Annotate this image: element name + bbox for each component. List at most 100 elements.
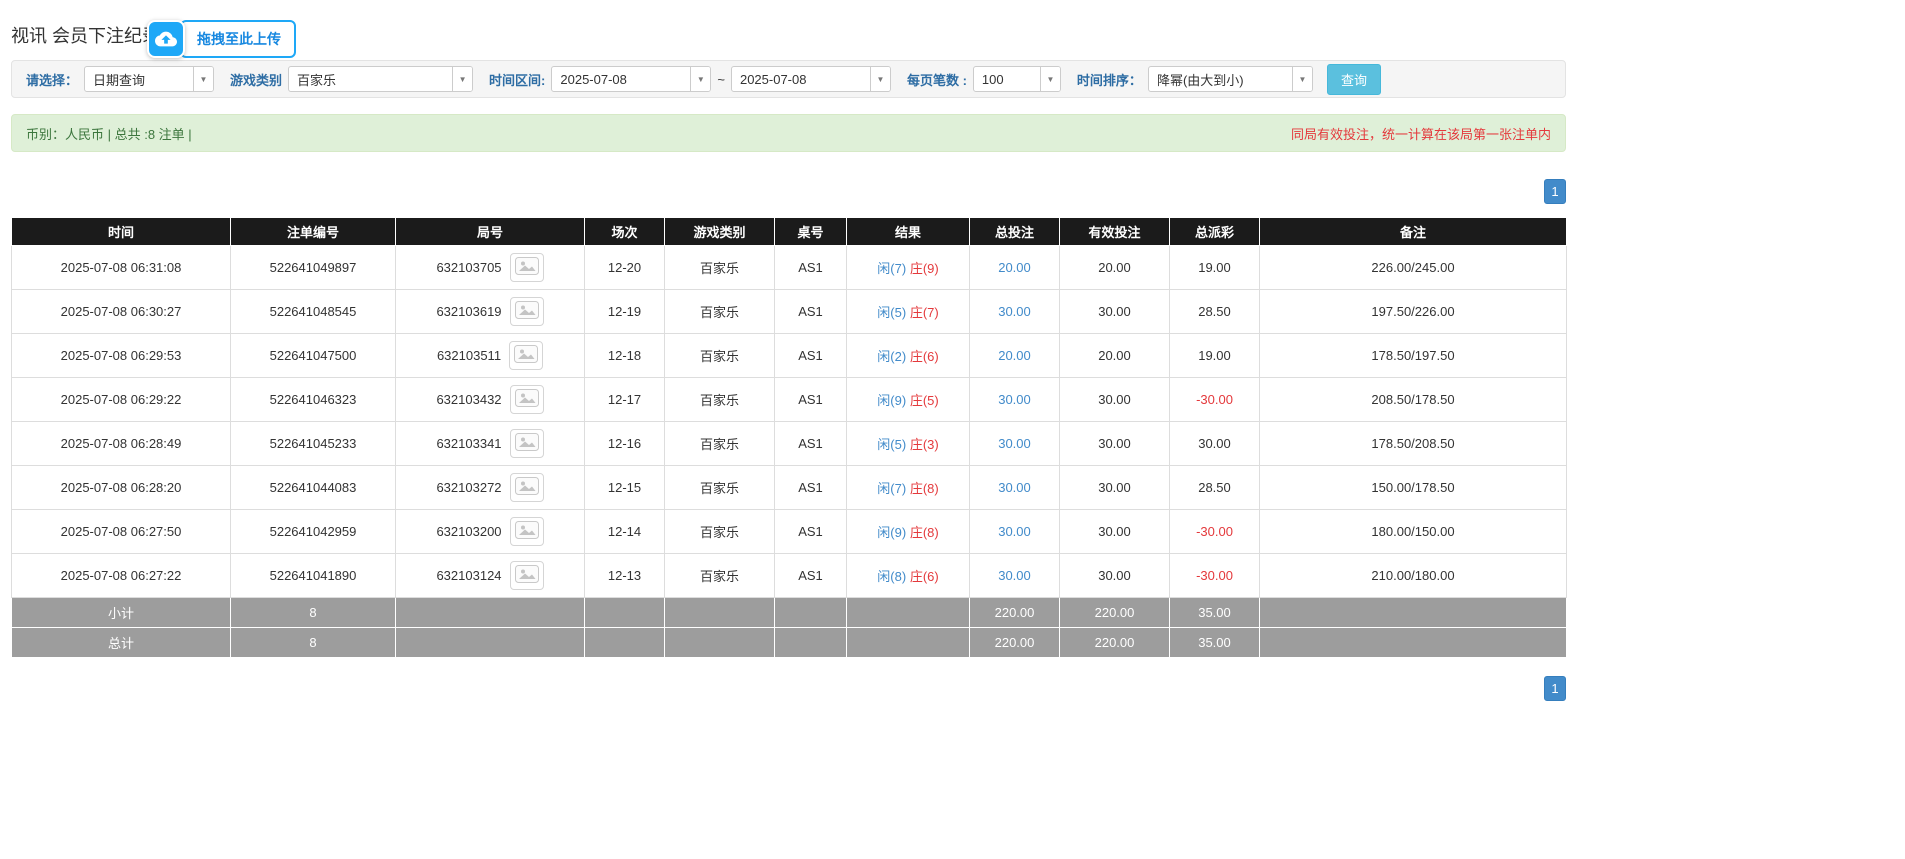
total-bet-link[interactable]: 30.00 — [998, 436, 1031, 451]
cell-total-bet: 30.00 — [970, 290, 1060, 334]
page: 视讯 会员下注纪录 拖拽至此上传 请选择： 日期查询 ▼ 游戏类别 百家乐 ▼ … — [0, 0, 1905, 859]
col-header-time: 时间 — [12, 218, 231, 246]
game-type-select[interactable]: 百家乐 ▼ — [288, 66, 473, 92]
cell-bet-id: 522641048545 — [231, 290, 396, 334]
cell-valid-bet: 30.00 — [1060, 378, 1170, 422]
notice-warning-text: 同局有效投注，统一计算在该局第一张注单内 — [1291, 124, 1551, 143]
cell-time: 2025-07-08 06:29:22 — [12, 378, 231, 422]
image-icon — [515, 477, 539, 498]
cell-valid-bet: 30.00 — [1060, 466, 1170, 510]
cell-result: 闲(5) 庄(3) — [847, 422, 970, 466]
per-page-select[interactable]: 100 ▼ — [973, 66, 1061, 92]
image-icon — [515, 301, 539, 322]
date-range-separator: ~ — [717, 72, 725, 87]
subtotal-valid-bet: 220.00 — [1060, 598, 1170, 628]
cell-table-no: AS1 — [775, 554, 847, 598]
payout-value: -30.00 — [1196, 524, 1233, 539]
search-button[interactable]: 查询 — [1327, 64, 1381, 95]
cell-total-bet: 30.00 — [970, 466, 1060, 510]
chevron-down-icon[interactable]: ▼ — [1292, 67, 1312, 91]
total-bet-link[interactable]: 20.00 — [998, 260, 1031, 275]
total-bet-link[interactable]: 30.00 — [998, 392, 1031, 407]
round-image-button[interactable] — [510, 517, 544, 546]
cell-remark: 208.50/178.50 — [1260, 378, 1567, 422]
cell-session: 12-18 — [585, 334, 665, 378]
result-player: 闲(5) — [877, 305, 906, 320]
cell-game-type: 百家乐 — [665, 466, 775, 510]
filter-bar: 请选择： 日期查询 ▼ 游戏类别 百家乐 ▼ 时间区间: 2025-07-08 … — [11, 60, 1566, 98]
upload-dropzone[interactable]: 拖拽至此上传 — [147, 20, 296, 58]
page-button-1[interactable]: 1 — [1544, 179, 1566, 204]
cell-game-type: 百家乐 — [665, 246, 775, 290]
table-row: 2025-07-08 06:30:27522641048545 632103619… — [12, 290, 1567, 334]
cell-bet-id: 522641049897 — [231, 246, 396, 290]
cell-session: 12-16 — [585, 422, 665, 466]
cell-result: 闲(7) 庄(9) — [847, 246, 970, 290]
cell-remark: 178.50/208.50 — [1260, 422, 1567, 466]
grand-total-row: 总计 8 220.00 220.00 35.00 — [12, 628, 1567, 658]
round-id: 632103124 — [436, 568, 501, 583]
grand-total-count: 8 — [231, 628, 396, 658]
cell-valid-bet: 30.00 — [1060, 510, 1170, 554]
chevron-down-icon[interactable]: ▼ — [690, 67, 710, 91]
round-image-button[interactable] — [510, 429, 544, 458]
date-to-select[interactable]: 2025-07-08 ▼ — [731, 66, 891, 92]
total-bet-link[interactable]: 30.00 — [998, 480, 1031, 495]
table-row: 2025-07-08 06:31:08522641049897 632103705… — [12, 246, 1567, 290]
image-icon — [515, 433, 539, 454]
query-type-value: 日期查询 — [85, 70, 193, 89]
total-bet-link[interactable]: 20.00 — [998, 348, 1031, 363]
round-image-button[interactable] — [509, 341, 543, 370]
cell-payout: 30.00 — [1170, 422, 1260, 466]
sort-order-select[interactable]: 降幂(由大到小) ▼ — [1148, 66, 1313, 92]
date-from-select[interactable]: 2025-07-08 ▼ — [551, 66, 711, 92]
col-header-valid-bet: 有效投注 — [1060, 218, 1170, 246]
cell-session: 12-19 — [585, 290, 665, 334]
cell-table-no: AS1 — [775, 422, 847, 466]
total-bet-link[interactable]: 30.00 — [998, 524, 1031, 539]
round-image-button[interactable] — [510, 473, 544, 502]
page-button-1[interactable]: 1 — [1544, 676, 1566, 701]
result-player: 闲(9) — [877, 393, 906, 408]
total-bet-link[interactable]: 30.00 — [998, 304, 1031, 319]
result-banker: 庄(8) — [910, 525, 939, 540]
result-banker: 庄(6) — [910, 349, 939, 364]
cell-round-id: 632103341 — [396, 422, 585, 466]
query-type-label: 请选择： — [26, 70, 78, 89]
cell-time: 2025-07-08 06:31:08 — [12, 246, 231, 290]
round-id: 632103619 — [436, 304, 501, 319]
subtotal-total-bet: 220.00 — [970, 598, 1060, 628]
cell-session: 12-15 — [585, 466, 665, 510]
cell-time: 2025-07-08 06:30:27 — [12, 290, 231, 334]
round-image-button[interactable] — [510, 561, 544, 590]
round-id: 632103705 — [436, 260, 501, 275]
date-from-value: 2025-07-08 — [552, 72, 690, 87]
subtotal-count: 8 — [231, 598, 396, 628]
query-type-select[interactable]: 日期查询 ▼ — [84, 66, 214, 92]
cell-valid-bet: 30.00 — [1060, 290, 1170, 334]
date-to-value: 2025-07-08 — [732, 72, 870, 87]
subtotal-payout: 35.00 — [1170, 598, 1260, 628]
summary-text: 币别：人民币 | 总共 :8 注单 | — [26, 124, 192, 143]
cell-bet-id: 522641044083 — [231, 466, 396, 510]
payout-value: 19.00 — [1198, 260, 1231, 275]
cell-bet-id: 522641046323 — [231, 378, 396, 422]
chevron-down-icon[interactable]: ▼ — [193, 67, 213, 91]
round-id: 632103432 — [436, 392, 501, 407]
total-bet-link[interactable]: 30.00 — [998, 568, 1031, 583]
chevron-down-icon[interactable]: ▼ — [1040, 67, 1060, 91]
round-image-button[interactable] — [510, 253, 544, 282]
image-icon — [515, 257, 539, 278]
result-player: 闲(7) — [877, 261, 906, 276]
chevron-down-icon[interactable]: ▼ — [870, 67, 890, 91]
per-page-value: 100 — [974, 72, 1040, 87]
cell-result: 闲(9) 庄(8) — [847, 510, 970, 554]
cell-payout: 19.00 — [1170, 246, 1260, 290]
table-row: 2025-07-08 06:27:50522641042959632103200… — [12, 510, 1567, 554]
round-image-button[interactable] — [510, 385, 544, 414]
chevron-down-icon[interactable]: ▼ — [452, 67, 472, 91]
cell-total-bet: 20.00 — [970, 246, 1060, 290]
round-image-button[interactable] — [510, 297, 544, 326]
cell-valid-bet: 30.00 — [1060, 422, 1170, 466]
col-header-total-bet: 总投注 — [970, 218, 1060, 246]
